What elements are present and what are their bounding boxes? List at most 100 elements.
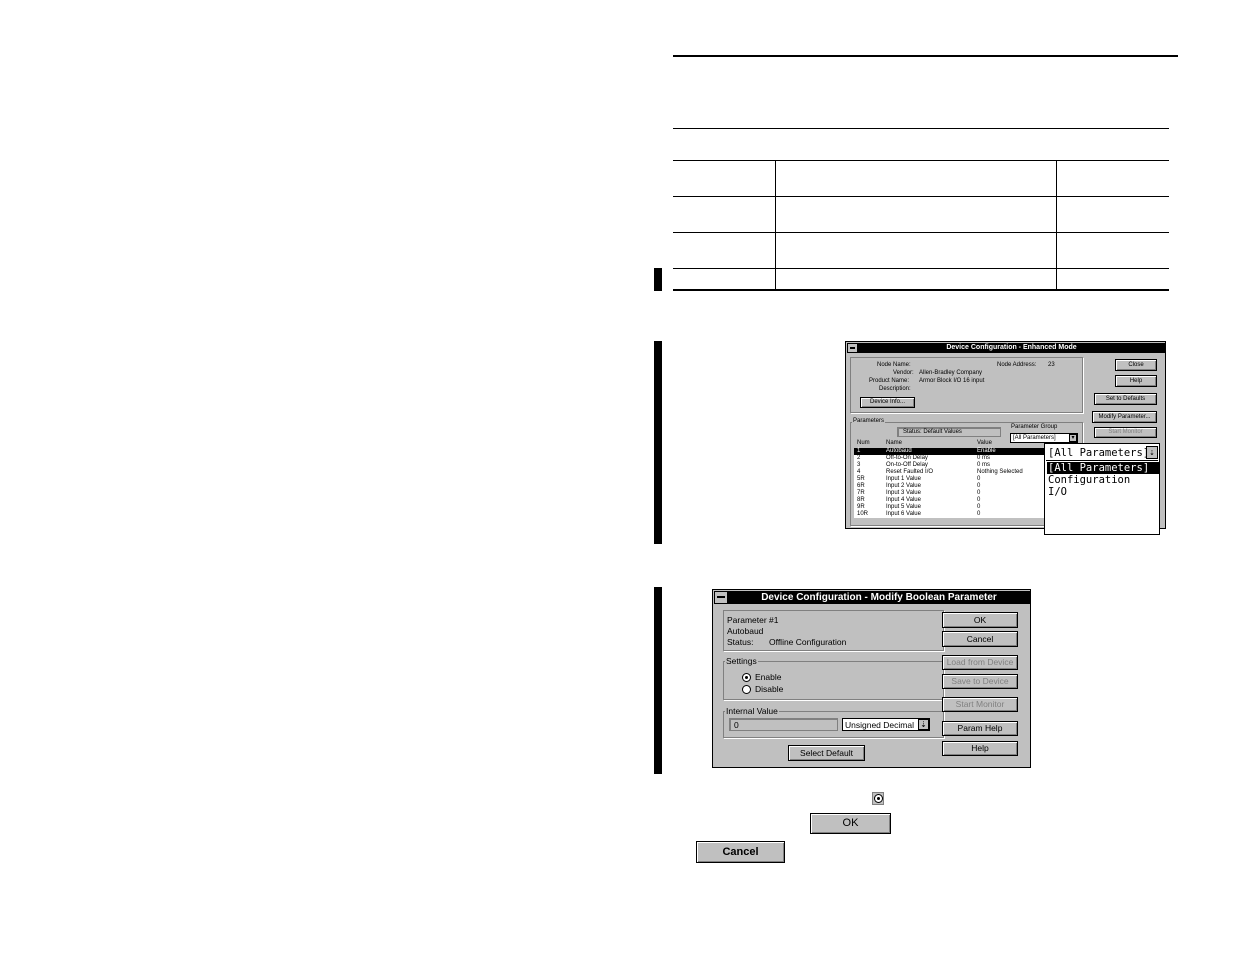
product-name-label: Product Name: (869, 378, 910, 384)
cell-name: Reset Faulted I/O (886, 469, 934, 475)
cell-num: 4 (857, 469, 861, 475)
help-button[interactable]: Help (1115, 375, 1157, 387)
parameter-group-label: Parameter Group (1011, 424, 1058, 430)
cell-name: Input 6 Value (886, 511, 921, 517)
status-label: Status: (727, 637, 754, 647)
cell-name: Off-to-On Delay (886, 455, 928, 461)
vendor-value: Allen-Bradley Company (919, 370, 983, 376)
cell-value: 0 (977, 483, 981, 489)
node-address-label: Node Address: (997, 362, 1037, 368)
param-help-button[interactable]: Param Help (942, 721, 1018, 736)
window-title: Device Configuration - Enhanced Mode (858, 343, 1165, 353)
cell-value: 0 (977, 511, 981, 517)
cell-value: 0 ms (977, 462, 991, 468)
close-button[interactable]: Close (1115, 359, 1157, 371)
status-value: Offline Configuration (769, 637, 847, 647)
parameter-number: Parameter #1 (727, 615, 779, 625)
dropdown-option[interactable]: I/O (1047, 486, 1159, 498)
change-bar (654, 268, 662, 291)
dropdown-arrow-icon[interactable]: ⇣ (1146, 446, 1158, 459)
start-monitor-button[interactable]: Start Monitor (942, 697, 1018, 712)
table-row[interactable]: 8R Input 4 Value 0 (854, 497, 1046, 504)
table-row[interactable]: 9R Input 5 Value 0 (854, 504, 1046, 511)
cell-name: Input 4 Value (886, 497, 921, 503)
set-to-defaults-button[interactable]: Set to Defaults (1094, 393, 1157, 405)
table-row[interactable]: 3 On-to-Off Delay 0 ms (854, 462, 1046, 469)
internal-value-text: 0 (734, 720, 739, 730)
cell-value: 0 ms (977, 455, 991, 461)
cell-value: 0 (977, 497, 981, 503)
table-row[interactable]: 2 Off-to-On Delay 0 ms (854, 455, 1046, 462)
system-menu-icon[interactable] (847, 343, 858, 353)
dropdown-option[interactable]: [All Parameters] (1047, 462, 1159, 474)
parameter-group-dropdown-zoom: [All Parameters] ⇣ [All Parameters] Conf… (1044, 443, 1160, 535)
empty-table (673, 160, 1169, 291)
parameter-list[interactable]: 1 Autobaud Enable 2 Off-to-On Delay 0 ms 3 On-t… (854, 448, 1046, 518)
cell-num: 5R (857, 476, 865, 482)
dropdown-option-label: Configuration (1048, 474, 1131, 486)
modify-parameter-button[interactable]: Modify Parameter... (1092, 411, 1157, 423)
select-default-button[interactable]: Select Default (788, 745, 865, 761)
cell-value: Enable (977, 448, 996, 454)
status-text: Status: Default Values (903, 429, 962, 435)
top-rule (673, 55, 1178, 57)
node-address-value: 23 (1048, 362, 1055, 368)
modify-boolean-parameter-window: Device Configuration - Modify Boolean Pa… (712, 589, 1031, 768)
format-value: Unsigned Decimal (845, 720, 914, 730)
window-title: Device Configuration - Modify Boolean Pa… (728, 591, 1030, 604)
parameter-group-value: [All Parameters] (1013, 435, 1056, 441)
col-value-header: Value (977, 440, 992, 446)
table-row[interactable]: 5R Input 1 Value 0 (854, 476, 1046, 483)
table-row[interactable]: 6R Input 2 Value 0 (854, 483, 1046, 490)
system-menu-icon[interactable] (714, 591, 728, 604)
cell-num: 6R (857, 483, 865, 489)
cell-num: 8R (857, 497, 865, 503)
cancel-button[interactable]: Cancel (942, 631, 1018, 647)
internal-value-field: 0 (729, 718, 838, 731)
node-name-label: Node Name: (877, 362, 911, 368)
table-row[interactable]: 1 Autobaud Enable (854, 448, 1046, 455)
disable-label[interactable]: Disable (755, 684, 783, 694)
dropdown-option[interactable]: Configuration (1047, 474, 1159, 486)
ok-button-icon: OK (810, 813, 891, 834)
dropdown-option-label: I/O (1048, 486, 1067, 498)
cell-num: 10R (857, 511, 869, 517)
enable-label[interactable]: Enable (755, 672, 781, 682)
start-monitor-button[interactable]: Start Monitor (1094, 427, 1157, 438)
table-row[interactable]: 7R Input 3 Value 0 (854, 490, 1046, 497)
enable-radio[interactable] (742, 673, 751, 682)
parameters-label: Parameters (852, 418, 886, 424)
radio-selected-icon (872, 792, 884, 805)
parameter-group-select[interactable]: [All Parameters] ▾ (1010, 433, 1078, 443)
cell-num: 1 (857, 448, 861, 454)
dropdown-arrow-icon[interactable]: ▾ (1069, 434, 1077, 442)
table-row[interactable]: 10R Input 6 Value 0 (854, 511, 1046, 518)
change-bar (654, 587, 662, 774)
status-box: Status: Default Values (897, 427, 1001, 437)
disable-radio[interactable] (742, 685, 751, 694)
cell-num: 3 (857, 462, 861, 468)
cell-name: Input 1 Value (886, 476, 921, 482)
col-num-header: Num (857, 440, 870, 446)
cell-value: 0 (977, 490, 981, 496)
dropdown-option-label: [All Parameters] (1048, 462, 1150, 474)
load-from-device-button[interactable]: Load from Device (942, 655, 1018, 670)
dropdown-selected-field[interactable]: [All Parameters] ⇣ (1046, 446, 1158, 461)
cell-name: Autobaud (886, 448, 912, 454)
cell-name: Input 3 Value (886, 490, 921, 496)
format-select[interactable]: Unsigned Decimal ⇣ (842, 718, 930, 731)
help-button[interactable]: Help (942, 741, 1018, 756)
table-row[interactable]: 4 Reset Faulted I/O Nothing Selected (854, 469, 1046, 476)
dropdown-arrow-icon[interactable]: ⇣ (918, 719, 929, 730)
ok-button[interactable]: OK (942, 612, 1018, 628)
cell-value: Nothing Selected (977, 469, 1023, 475)
cell-value: 0 (977, 476, 981, 482)
cell-num: 7R (857, 490, 865, 496)
cancel-button-icon: Cancel (696, 841, 785, 863)
save-to-device-button[interactable]: Save to Device (942, 674, 1018, 689)
cell-num: 2 (857, 455, 861, 461)
parameter-name: Autobaud (727, 626, 764, 636)
device-info-button[interactable]: Device Info... (860, 397, 915, 408)
product-name-value: Armor Block I/O 16 input (919, 378, 985, 384)
table-top-rule (673, 128, 1169, 129)
